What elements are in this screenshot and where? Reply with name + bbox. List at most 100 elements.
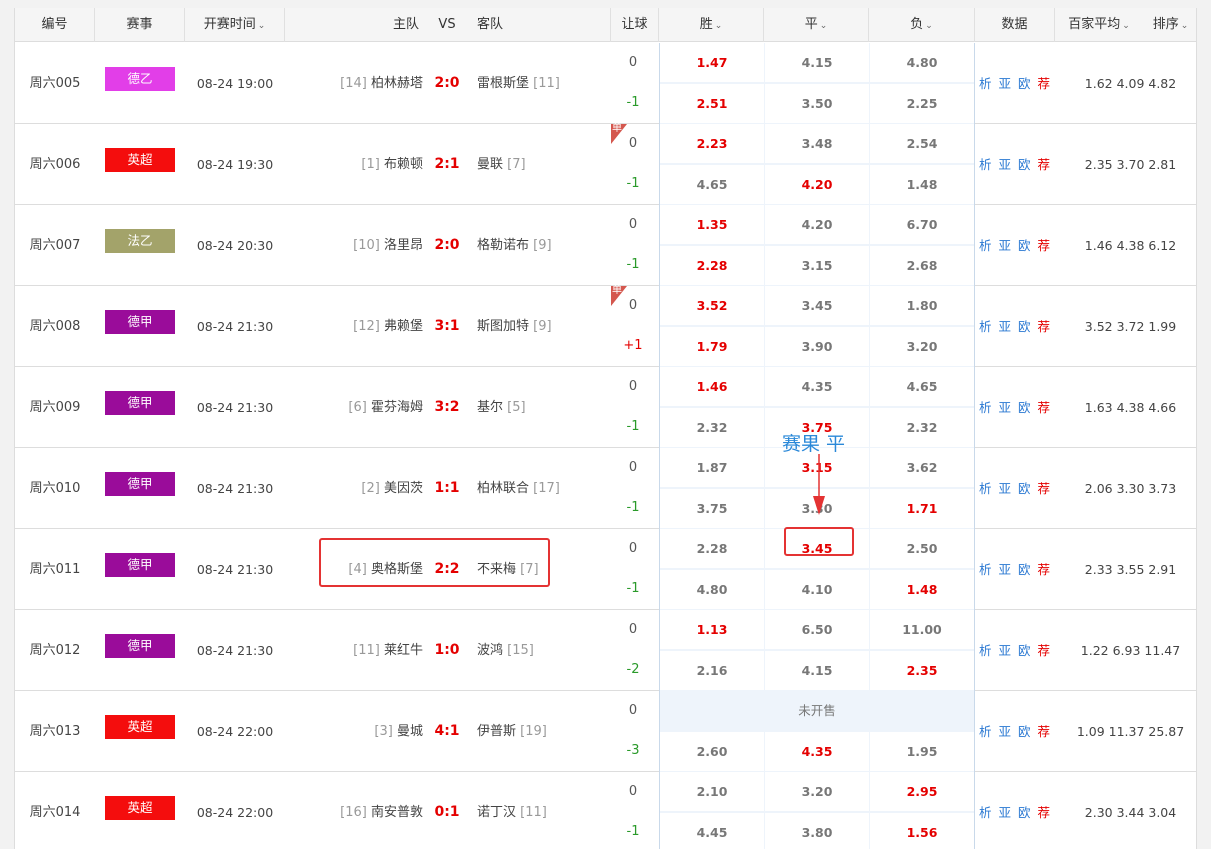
odds-draw[interactable]: 4.35 bbox=[765, 367, 869, 406]
odds-win[interactable]: 4.45 bbox=[660, 813, 764, 849]
away-team[interactable]: 伊普斯 [19] bbox=[477, 691, 607, 772]
recommend-link[interactable]: 荐 bbox=[1038, 643, 1051, 658]
odds-lose[interactable]: 1.48 bbox=[870, 570, 974, 609]
analysis-link[interactable]: 析 bbox=[979, 805, 992, 820]
league-badge[interactable]: 德甲 bbox=[105, 310, 175, 334]
odds-lose[interactable]: 2.35 bbox=[870, 651, 974, 690]
analysis-link[interactable]: 析 bbox=[979, 76, 992, 91]
asia-odds-link[interactable]: 亚 bbox=[999, 76, 1012, 91]
recommend-link[interactable]: 荐 bbox=[1038, 805, 1051, 820]
home-team[interactable]: [6] 霍芬海姆 bbox=[287, 367, 423, 448]
odds-draw[interactable]: 3.45 bbox=[765, 286, 869, 325]
odds-lose[interactable]: 3.20 bbox=[870, 327, 974, 366]
euro-odds-link[interactable]: 欧 bbox=[1018, 481, 1031, 496]
away-team[interactable]: 斯图加特 [9] bbox=[477, 286, 607, 367]
euro-odds-link[interactable]: 欧 bbox=[1018, 724, 1031, 739]
recommend-link[interactable]: 荐 bbox=[1038, 400, 1051, 415]
asia-odds-link[interactable]: 亚 bbox=[999, 643, 1012, 658]
away-team[interactable]: 波鸿 [15] bbox=[477, 610, 607, 691]
odds-win[interactable]: 2.32 bbox=[660, 408, 764, 447]
home-team[interactable]: [16] 南安普敦 bbox=[287, 772, 423, 849]
odds-draw[interactable]: 4.20 bbox=[765, 205, 869, 244]
euro-odds-link[interactable]: 欧 bbox=[1018, 76, 1031, 91]
header-avg-sort[interactable]: 百家平均 ⌄ bbox=[1055, 8, 1143, 42]
asia-odds-link[interactable]: 亚 bbox=[999, 724, 1012, 739]
recommend-link[interactable]: 荐 bbox=[1038, 481, 1051, 496]
odds-win[interactable]: 1.13 bbox=[660, 610, 764, 649]
odds-lose[interactable]: 2.95 bbox=[870, 772, 974, 811]
league-badge[interactable]: 英超 bbox=[105, 715, 175, 739]
recommend-link[interactable]: 荐 bbox=[1038, 562, 1051, 577]
odds-draw[interactable]: 6.50 bbox=[765, 610, 869, 649]
asia-odds-link[interactable]: 亚 bbox=[999, 157, 1012, 172]
odds-win[interactable]: 2.23 bbox=[660, 124, 764, 163]
analysis-link[interactable]: 析 bbox=[979, 238, 992, 253]
odds-lose[interactable]: 2.68 bbox=[870, 246, 974, 285]
odds-lose[interactable]: 1.80 bbox=[870, 286, 974, 325]
euro-odds-link[interactable]: 欧 bbox=[1018, 319, 1031, 334]
asia-odds-link[interactable]: 亚 bbox=[999, 400, 1012, 415]
odds-draw[interactable]: 3.20 bbox=[765, 772, 869, 811]
euro-odds-link[interactable]: 欧 bbox=[1018, 157, 1031, 172]
odds-lose[interactable]: 4.65 bbox=[870, 367, 974, 406]
away-team[interactable]: 诺丁汉 [11] bbox=[477, 772, 607, 849]
odds-lose[interactable]: 1.71 bbox=[870, 489, 974, 528]
asia-odds-link[interactable]: 亚 bbox=[999, 238, 1012, 253]
odds-lose[interactable]: 11.00 bbox=[870, 610, 974, 649]
asia-odds-link[interactable]: 亚 bbox=[999, 319, 1012, 334]
league-badge[interactable]: 英超 bbox=[105, 796, 175, 820]
analysis-link[interactable]: 析 bbox=[979, 643, 992, 658]
odds-lose[interactable]: 3.62 bbox=[870, 448, 974, 487]
odds-lose[interactable]: 2.50 bbox=[870, 529, 974, 568]
odds-draw[interactable]: 4.20 bbox=[765, 165, 869, 204]
odds-draw[interactable]: 4.10 bbox=[765, 570, 869, 609]
away-team[interactable]: 基尔 [5] bbox=[477, 367, 607, 448]
odds-win[interactable]: 1.79 bbox=[660, 327, 764, 366]
analysis-link[interactable]: 析 bbox=[979, 562, 992, 577]
home-team[interactable]: [12] 弗赖堡 bbox=[287, 286, 423, 367]
home-team[interactable]: [14] 柏林赫塔 bbox=[287, 43, 423, 124]
league-badge[interactable]: 德甲 bbox=[105, 472, 175, 496]
odds-win[interactable]: 2.28 bbox=[660, 246, 764, 285]
asia-odds-link[interactable]: 亚 bbox=[999, 805, 1012, 820]
euro-odds-link[interactable]: 欧 bbox=[1018, 805, 1031, 820]
odds-draw[interactable]: 3.90 bbox=[765, 327, 869, 366]
odds-draw[interactable]: 4.15 bbox=[765, 43, 869, 82]
odds-lose[interactable]: 6.70 bbox=[870, 205, 974, 244]
analysis-link[interactable]: 析 bbox=[979, 724, 992, 739]
header-lose-sort[interactable]: 负 ⌄ bbox=[869, 8, 975, 42]
asia-odds-link[interactable]: 亚 bbox=[999, 562, 1012, 577]
odds-win[interactable]: 2.10 bbox=[660, 772, 764, 811]
odds-lose[interactable]: 1.95 bbox=[870, 732, 974, 771]
odds-win[interactable]: 3.75 bbox=[660, 489, 764, 528]
recommend-link[interactable]: 荐 bbox=[1038, 319, 1051, 334]
odds-win[interactable]: 2.51 bbox=[660, 84, 764, 123]
league-badge[interactable]: 德甲 bbox=[105, 634, 175, 658]
odds-win[interactable]: 2.60 bbox=[660, 732, 764, 771]
odds-win[interactable]: 1.46 bbox=[660, 367, 764, 406]
odds-draw[interactable]: 3.50 bbox=[765, 84, 869, 123]
away-team[interactable]: 曼联 [7] bbox=[477, 124, 607, 205]
header-win-sort[interactable]: 胜 ⌄ bbox=[659, 8, 764, 42]
home-team[interactable]: [2] 美因茨 bbox=[287, 448, 423, 529]
home-team[interactable]: [11] 莱红牛 bbox=[287, 610, 423, 691]
odds-win[interactable]: 2.16 bbox=[660, 651, 764, 690]
header-sort[interactable]: 排序 ⌄ bbox=[1143, 8, 1196, 42]
euro-odds-link[interactable]: 欧 bbox=[1018, 562, 1031, 577]
recommend-link[interactable]: 荐 bbox=[1038, 157, 1051, 172]
away-team[interactable]: 雷根斯堡 [11] bbox=[477, 43, 607, 124]
odds-win[interactable]: 1.35 bbox=[660, 205, 764, 244]
odds-draw[interactable]: 4.35 bbox=[765, 732, 869, 771]
league-badge[interactable]: 英超 bbox=[105, 148, 175, 172]
recommend-link[interactable]: 荐 bbox=[1038, 238, 1051, 253]
odds-lose[interactable]: 1.48 bbox=[870, 165, 974, 204]
odds-win[interactable]: 3.52 bbox=[660, 286, 764, 325]
home-team[interactable]: [3] 曼城 bbox=[287, 691, 423, 772]
odds-lose[interactable]: 2.54 bbox=[870, 124, 974, 163]
analysis-link[interactable]: 析 bbox=[979, 400, 992, 415]
recommend-link[interactable]: 荐 bbox=[1038, 724, 1051, 739]
header-time-sort[interactable]: 开赛时间 ⌄ bbox=[185, 8, 285, 42]
odds-win[interactable]: 1.47 bbox=[660, 43, 764, 82]
odds-draw[interactable]: 3.80 bbox=[765, 813, 869, 849]
league-badge[interactable]: 德甲 bbox=[105, 553, 175, 577]
